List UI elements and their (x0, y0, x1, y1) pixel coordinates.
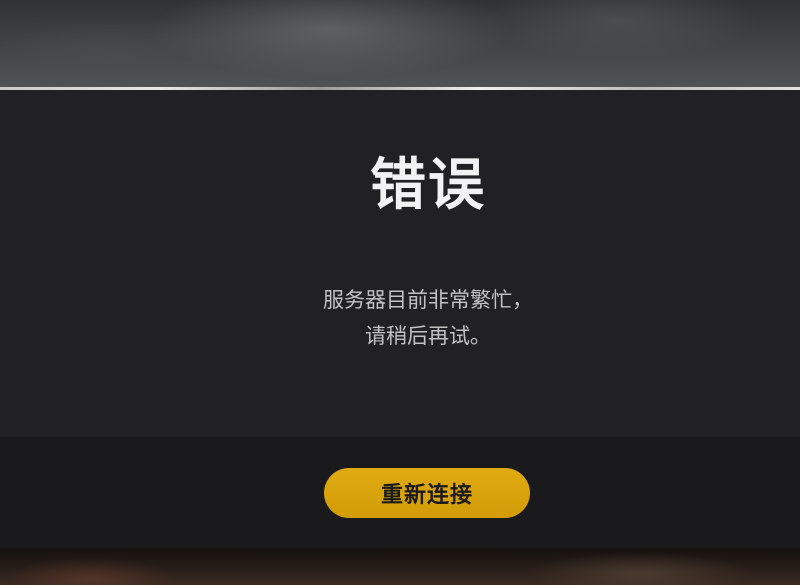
dialog-footer: 重新连接 (0, 437, 800, 548)
error-title: 错误 (370, 153, 486, 218)
error-message: 服务器目前非常繁忙， 请稍后再试。 (0, 282, 800, 354)
error-message-line-1: 服务器目前非常繁忙， (323, 288, 533, 312)
error-dialog: 错误 服务器目前非常繁忙， 请稍后再试。 (0, 90, 800, 437)
error-message-line-2: 请稍后再试。 (365, 324, 491, 348)
background-scene-bottom (0, 548, 800, 585)
reconnect-button[interactable]: 重新连接 (324, 468, 530, 518)
background-scene-top (0, 0, 800, 90)
